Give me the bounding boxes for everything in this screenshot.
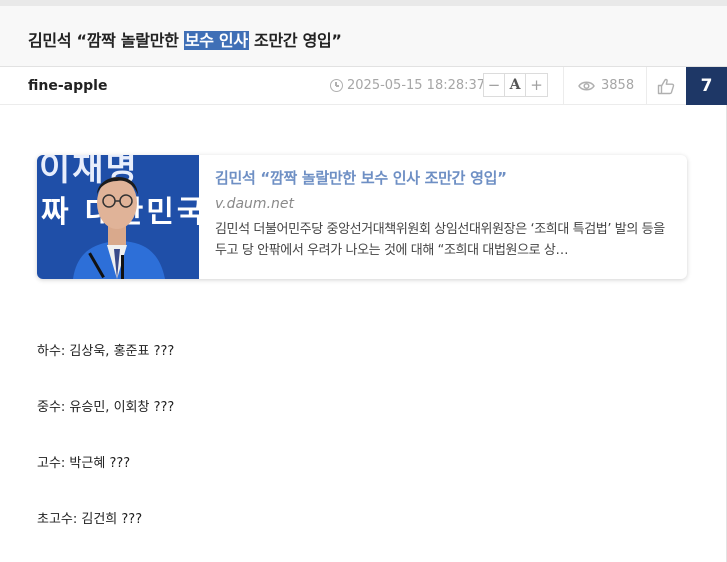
link-card-title[interactable]: 김민석 “깜짝 놀랄만한 보수 인사 조만간 영입”: [215, 167, 677, 188]
body-line: 고수: 박근혜 ???: [37, 456, 131, 471]
font-size-controls: − A +: [483, 73, 548, 97]
body-line: 초고수: 김건희 ???: [37, 512, 143, 527]
post-title-highlight[interactable]: 보수 인사: [183, 31, 249, 50]
clock-icon: [330, 79, 343, 92]
author-name[interactable]: fine-apple: [28, 78, 107, 94]
post-body: 하수: 김상욱, 홍준표 ??? 중수: 유승민, 이회창 ??? 고수: 박근…: [37, 343, 174, 562]
meta-divider: [563, 67, 564, 105]
body-line: 하수: 김상욱, 홍준표 ???: [37, 344, 175, 359]
post-title-text: 김민석 “깜짝 놀랄만한: [28, 31, 184, 50]
post-title-text-end: 조만간 영입”: [248, 31, 342, 50]
link-preview-card[interactable]: 이재명 짜 대한민국 김민석 “깜짝 놀랄만한 보수 인사 조만간 영입” v.…: [37, 155, 687, 279]
post-header: 김민석 “깜짝 놀랄만한 보수 인사 조만간 영입”: [0, 6, 727, 67]
post-date: 2025-05-15 18:28:37: [330, 78, 485, 93]
link-thumbnail: 이재명 짜 대한민국: [37, 155, 199, 279]
link-card-body: 김민석 “깜짝 놀랄만한 보수 인사 조만간 영입” v.daum.net 김민…: [215, 167, 677, 261]
font-decrease-button[interactable]: −: [484, 74, 505, 96]
post-title: 김민석 “깜짝 놀랄만한 보수 인사 조만간 영입”: [28, 27, 342, 51]
like-button[interactable]: [647, 67, 685, 105]
eye-icon: [578, 80, 595, 92]
post-meta-bar: fine-apple 2025-05-15 18:28:37 − A + 385…: [0, 67, 727, 105]
person-image: [73, 176, 165, 279]
font-reset-button[interactable]: A: [505, 74, 526, 96]
link-card-description: 김민석 더불어민주당 중앙선거대책위원회 상임선대위원장은 ‘조희대 특검법’ …: [215, 222, 665, 258]
post-view: 김민석 “깜짝 놀랄만한 보수 인사 조만간 영입” fine-apple 20…: [0, 0, 727, 562]
link-card-domain: v.daum.net: [215, 196, 294, 212]
font-increase-button[interactable]: +: [526, 74, 547, 96]
recommend-score: 7: [686, 67, 727, 105]
view-count-value: 3858: [601, 78, 635, 93]
view-count: 3858: [578, 78, 634, 93]
post-datetime: 2025-05-15 18:28:37: [347, 78, 486, 93]
thumbs-up-icon: [657, 78, 675, 94]
body-line: 중수: 유승민, 이회창 ???: [37, 400, 175, 415]
